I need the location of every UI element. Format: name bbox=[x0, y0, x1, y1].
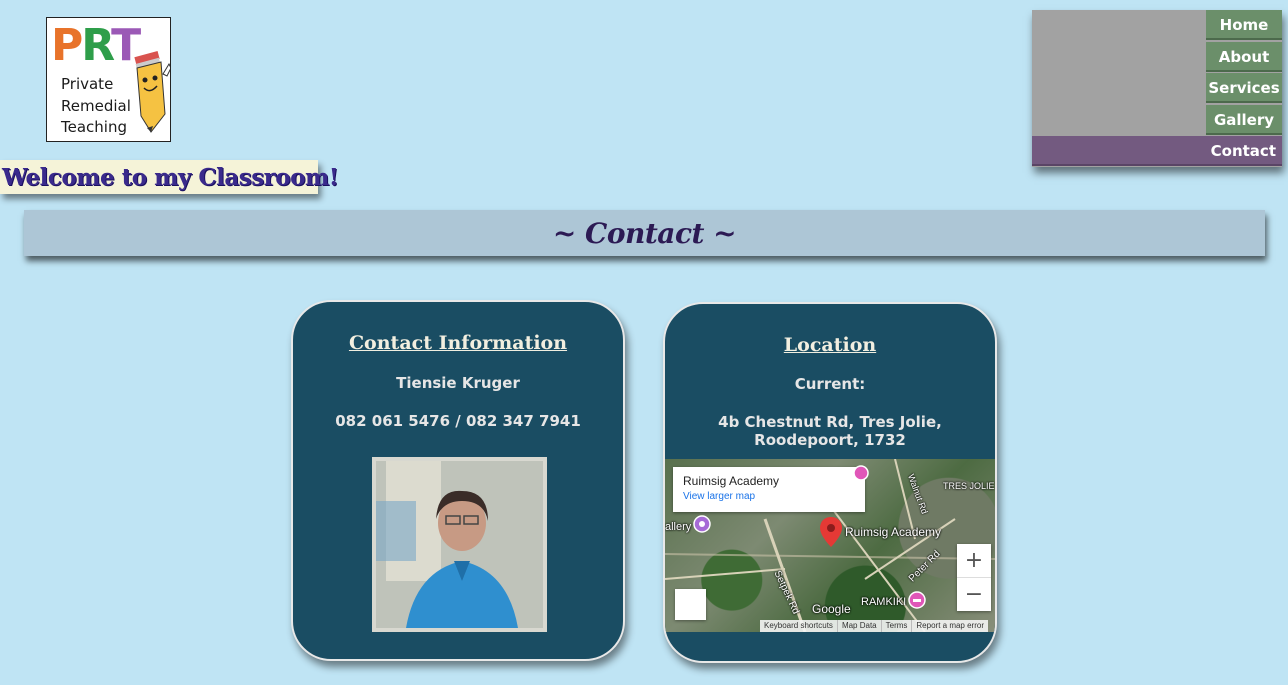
logo-letters: PRT bbox=[51, 20, 141, 71]
map-label-tres-jolie: TRES JOLIE bbox=[943, 481, 995, 491]
terms-link[interactable]: Terms bbox=[880, 620, 912, 632]
embedded-map[interactable]: Ruimsig Academy View larger map allery T… bbox=[665, 459, 995, 632]
location-current-label: Current: bbox=[794, 375, 866, 393]
site-logo[interactable]: PRT Private Remedial Teaching bbox=[46, 17, 171, 142]
nav-contact[interactable]: Contact bbox=[1032, 136, 1282, 166]
pencil-mascot-icon bbox=[134, 51, 170, 133]
location-card: Location Current: 4b Chestnut Rd, Tres J… bbox=[663, 302, 997, 663]
nav-about[interactable]: About bbox=[1206, 42, 1282, 72]
nav-gallery[interactable]: Gallery bbox=[1206, 105, 1282, 135]
zoom-in-button[interactable]: + bbox=[957, 544, 991, 578]
contact-heading: Contact Information bbox=[348, 332, 568, 354]
location-heading: Location bbox=[783, 334, 877, 356]
street-view-pegman-icon[interactable] bbox=[675, 589, 706, 620]
contact-info-card: Contact Information Tiensie Kruger 082 0… bbox=[291, 300, 625, 661]
map-label-gallery: allery bbox=[665, 521, 692, 533]
lodging-poi-icon[interactable] bbox=[908, 591, 926, 609]
map-pin-label: Ruimsig Academy bbox=[845, 525, 942, 539]
main-nav: Home About Services Gallery Contact bbox=[1032, 10, 1282, 167]
page-title: ~ Contact ~ bbox=[552, 216, 737, 250]
google-logo: Google bbox=[812, 602, 851, 616]
welcome-banner: Welcome to my Classroom! bbox=[0, 160, 339, 194]
logo-subtitle: Private Remedial Teaching bbox=[61, 75, 131, 136]
profile-photo bbox=[372, 457, 547, 632]
page-title-bar: ~ Contact ~ bbox=[24, 210, 1265, 256]
contact-name: Tiensie Kruger bbox=[396, 374, 520, 392]
welcome-text: Welcome to my Classroom! bbox=[2, 163, 339, 191]
poi-marker-icon[interactable] bbox=[853, 465, 869, 481]
map-zoom-controls: + − bbox=[957, 544, 991, 611]
contact-phones: 082 061 5476 / 082 347 7941 bbox=[335, 412, 581, 430]
map-place-name: Ruimsig Academy bbox=[683, 474, 780, 488]
map-data-link[interactable]: Map Data bbox=[836, 620, 881, 632]
map-label-ramkiki: RAMKIKI bbox=[861, 596, 907, 608]
report-map-error-link[interactable]: Report a map error bbox=[911, 620, 988, 632]
map-pin-icon[interactable] bbox=[820, 517, 842, 547]
person-photo-icon bbox=[376, 461, 543, 628]
zoom-out-button[interactable]: − bbox=[957, 578, 991, 611]
map-info-box: Ruimsig Academy View larger map bbox=[673, 467, 865, 512]
nav-services[interactable]: Services bbox=[1206, 73, 1282, 103]
nav-home[interactable]: Home bbox=[1206, 10, 1282, 40]
view-larger-map-link[interactable]: View larger map bbox=[683, 491, 855, 502]
gallery-poi-icon[interactable] bbox=[693, 515, 711, 533]
keyboard-shortcuts-link[interactable]: Keyboard shortcuts bbox=[760, 620, 837, 632]
location-address: 4b Chestnut Rd, Tres Jolie, Roodepoort, … bbox=[718, 413, 942, 449]
map-footer: Keyboard shortcuts Map Data Terms Report… bbox=[760, 620, 988, 632]
